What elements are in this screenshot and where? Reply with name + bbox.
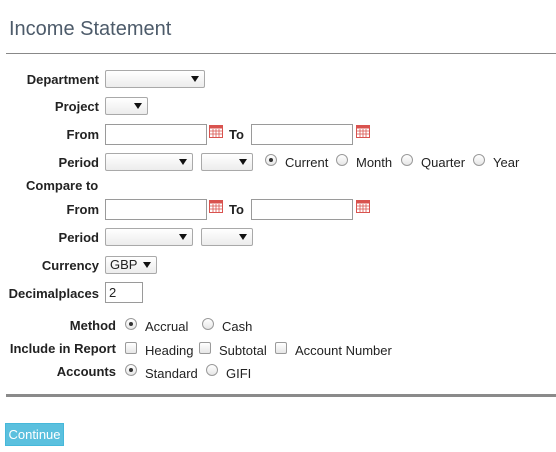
from-date-input[interactable] [105, 124, 207, 145]
continue-button[interactable]: Continue [5, 423, 64, 446]
department-select[interactable] [105, 70, 205, 88]
include-subtotal-label: Subtotal [219, 343, 267, 358]
calendar-icon[interactable] [356, 200, 370, 213]
project-select[interactable] [105, 97, 148, 115]
calendar-icon[interactable] [356, 125, 370, 138]
include-account-number-checkbox[interactable] [275, 342, 287, 354]
period-year-label: Year [493, 155, 520, 170]
include-account-number-label: Account Number [295, 343, 392, 358]
accounts-label: Accounts [56, 364, 116, 379]
chevron-down-icon [239, 234, 247, 240]
accounts-standard-radio[interactable] [125, 364, 137, 376]
compare-period-label: Period [58, 230, 99, 245]
include-in-report-label: Include in Report [9, 341, 116, 356]
compare-from-label: From [66, 202, 100, 217]
decimalplaces-input[interactable]: 2 [105, 282, 143, 303]
project-label: Project [54, 99, 99, 114]
period-label: Period [58, 155, 99, 170]
period-quarter-radio[interactable] [401, 154, 413, 166]
chevron-down-icon [143, 262, 151, 268]
compare-period-month-select[interactable] [105, 228, 193, 246]
method-cash-radio[interactable] [202, 318, 214, 330]
chevron-down-icon [179, 159, 187, 165]
period-year-radio[interactable] [473, 154, 485, 166]
period-current-label: Current [285, 155, 329, 170]
calendar-icon[interactable] [209, 125, 223, 138]
bottom-divider [6, 394, 556, 397]
period-quarter-label: Quarter [421, 155, 466, 170]
chevron-down-icon [191, 76, 199, 82]
include-heading-label: Heading [145, 343, 194, 358]
chevron-down-icon [239, 159, 247, 165]
period-month-label: Month [356, 155, 393, 170]
method-label: Method [69, 318, 116, 333]
decimalplaces-label: Decimalplaces [8, 286, 99, 301]
include-subtotal-checkbox[interactable] [199, 342, 211, 354]
method-cash-label: Cash [222, 319, 253, 334]
period-month-select[interactable] [105, 153, 193, 171]
method-accrual-radio[interactable] [125, 318, 137, 330]
top-divider [6, 53, 556, 54]
accounts-gifi-label: GIFI [226, 366, 252, 381]
period-current-radio[interactable] [265, 154, 277, 166]
compare-from-date-input[interactable] [105, 199, 207, 220]
page-title: Income Statement [9, 18, 172, 40]
include-heading-checkbox[interactable] [125, 342, 137, 354]
calendar-icon[interactable] [209, 200, 223, 213]
currency-label: Currency [41, 258, 99, 273]
compare-period-year-select[interactable] [201, 228, 253, 246]
period-year-select[interactable] [201, 153, 253, 171]
compare-to-heading: Compare to [26, 178, 99, 193]
accounts-gifi-radio[interactable] [206, 364, 218, 376]
department-label: Department [26, 72, 99, 87]
from-label: From [66, 127, 100, 142]
accounts-standard-label: Standard [145, 366, 198, 381]
to-label: To [229, 127, 244, 142]
compare-to-date-input[interactable] [251, 199, 353, 220]
chevron-down-icon [134, 103, 142, 109]
method-accrual-label: Accrual [145, 319, 189, 334]
chevron-down-icon [179, 234, 187, 240]
to-date-input[interactable] [251, 124, 353, 145]
compare-to-label: To [229, 202, 244, 217]
currency-select[interactable]: GBP [105, 256, 157, 274]
period-month-radio[interactable] [336, 154, 348, 166]
currency-value: GBP [110, 257, 138, 272]
